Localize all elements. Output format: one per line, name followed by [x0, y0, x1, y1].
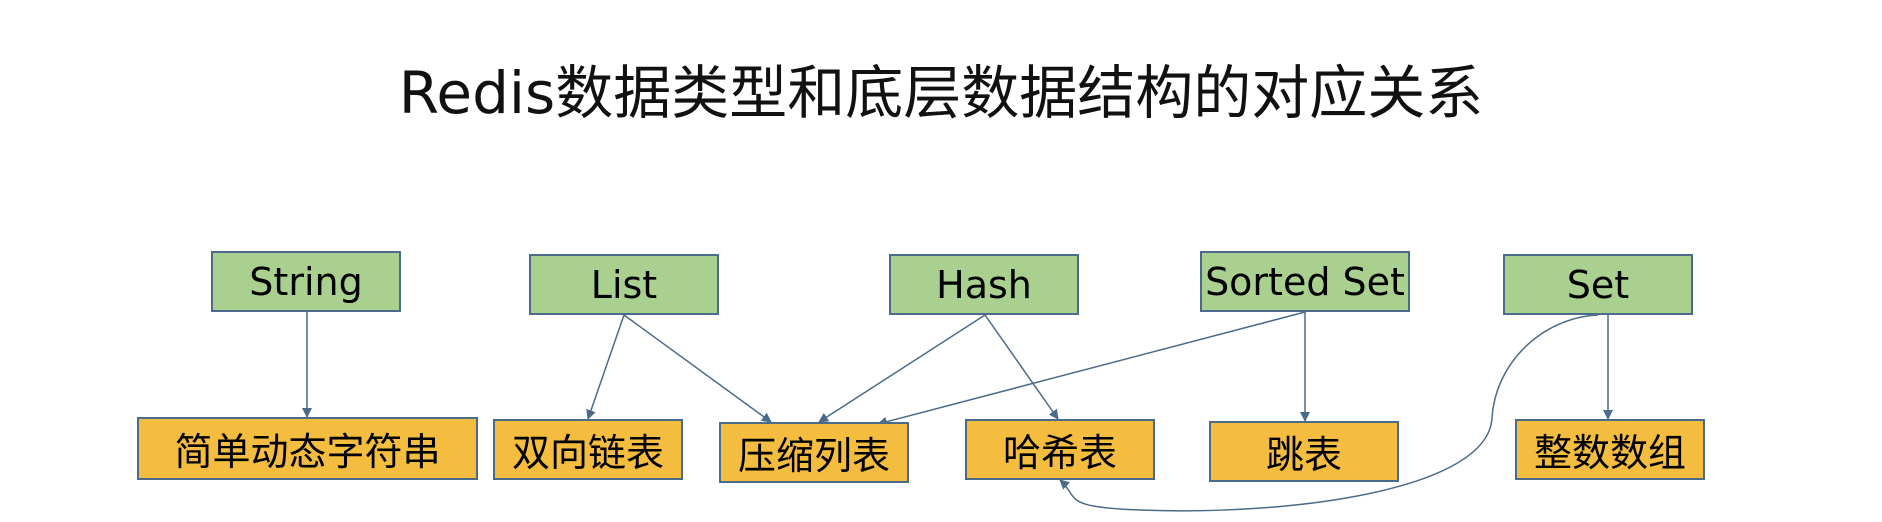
- struct-node-ziplist: 压缩列表: [719, 422, 909, 483]
- edge-hash-to-ziplist: [818, 314, 986, 423]
- type-node-sorted-set: Sorted Set: [1200, 251, 1410, 312]
- type-node-string: String: [211, 251, 401, 312]
- type-node-hash: Hash: [889, 254, 1079, 315]
- edge-list-to-ziplist: [623, 314, 772, 423]
- edge-list-to-linkedlist: [586, 314, 625, 420]
- edge-zset-to-ziplist: [877, 311, 1306, 427]
- type-node-list: List: [529, 254, 719, 315]
- struct-node-doubly-linked-list: 双向链表: [493, 419, 683, 480]
- struct-node-hash-table: 哈希表: [965, 419, 1155, 480]
- type-node-set: Set: [1503, 254, 1693, 315]
- struct-node-skiplist: 跳表: [1209, 421, 1399, 482]
- struct-node-integer-array: 整数数组: [1515, 419, 1705, 480]
- edge-hash-to-hashtable: [984, 314, 1059, 420]
- struct-node-simple-dynamic-string: 简单动态字符串: [137, 417, 478, 480]
